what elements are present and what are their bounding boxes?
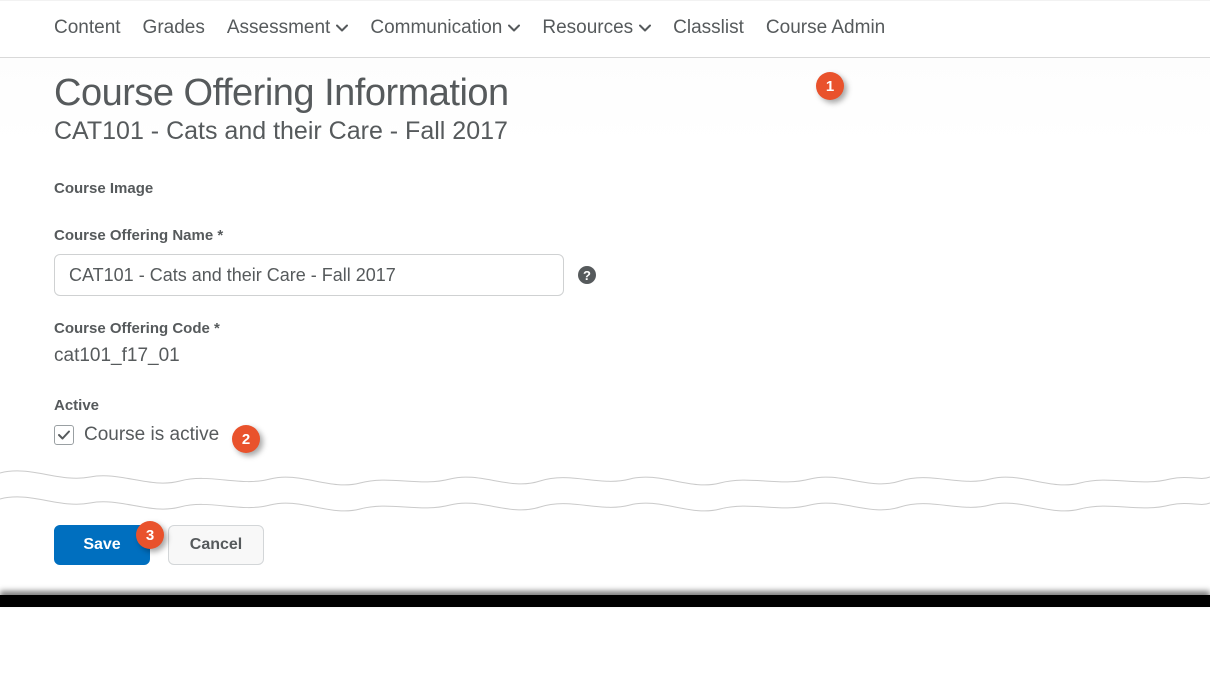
check-icon — [57, 428, 71, 442]
chevron-down-icon — [639, 22, 651, 34]
active-checkbox-label: Course is active — [84, 424, 219, 446]
nav-assessment[interactable]: Assessment — [227, 17, 348, 39]
offering-code-section: Course Offering Code * cat101_f17_01 — [54, 320, 1156, 367]
action-bar: Save Cancel 3 — [0, 515, 1210, 595]
offering-code-value: cat101_f17_01 — [54, 345, 1156, 367]
course-image-label: Course Image — [54, 180, 1156, 197]
offering-name-input[interactable] — [54, 254, 564, 296]
page-title: Course Offering Information — [54, 72, 1156, 115]
active-label: Active — [54, 397, 1156, 414]
callout-3: 3 — [136, 521, 164, 549]
course-form: Course Image Course Offering Name * ? Co… — [0, 146, 1210, 447]
active-checkbox-row[interactable]: Course is active — [54, 424, 219, 446]
page-header: Course Offering Information CAT101 - Cat… — [0, 58, 1210, 146]
nav-grades[interactable]: Grades — [143, 17, 205, 39]
torn-edge-illustration — [0, 457, 1210, 515]
page-subtitle: CAT101 - Cats and their Care - Fall 2017 — [54, 117, 1156, 146]
offering-name-section: Course Offering Name * ? — [54, 227, 1156, 296]
nav-communication[interactable]: Communication — [370, 17, 520, 39]
page-canvas: 1 Content Grades Assessment Communicatio… — [0, 0, 1210, 607]
active-checkbox[interactable] — [54, 425, 74, 445]
chevron-down-icon — [508, 22, 520, 34]
chevron-down-icon — [336, 22, 348, 34]
nav-classlist[interactable]: Classlist — [673, 17, 744, 39]
cancel-button[interactable]: Cancel — [168, 525, 264, 565]
course-image-section: Course Image — [54, 180, 1156, 197]
callout-2: 2 — [232, 425, 260, 453]
offering-name-label: Course Offering Name * — [54, 227, 1156, 244]
nav-content[interactable]: Content — [54, 17, 121, 39]
bottom-shadow — [0, 595, 1210, 607]
nav-course-admin[interactable]: Course Admin — [766, 17, 885, 39]
nav-resources[interactable]: Resources — [542, 17, 651, 39]
callout-1: 1 — [816, 72, 844, 100]
course-navbar: Content Grades Assessment Communication … — [0, 0, 1210, 58]
active-section: Active Course is active 2 — [54, 397, 1156, 447]
help-icon[interactable]: ? — [578, 266, 596, 284]
offering-code-label: Course Offering Code * — [54, 320, 1156, 337]
